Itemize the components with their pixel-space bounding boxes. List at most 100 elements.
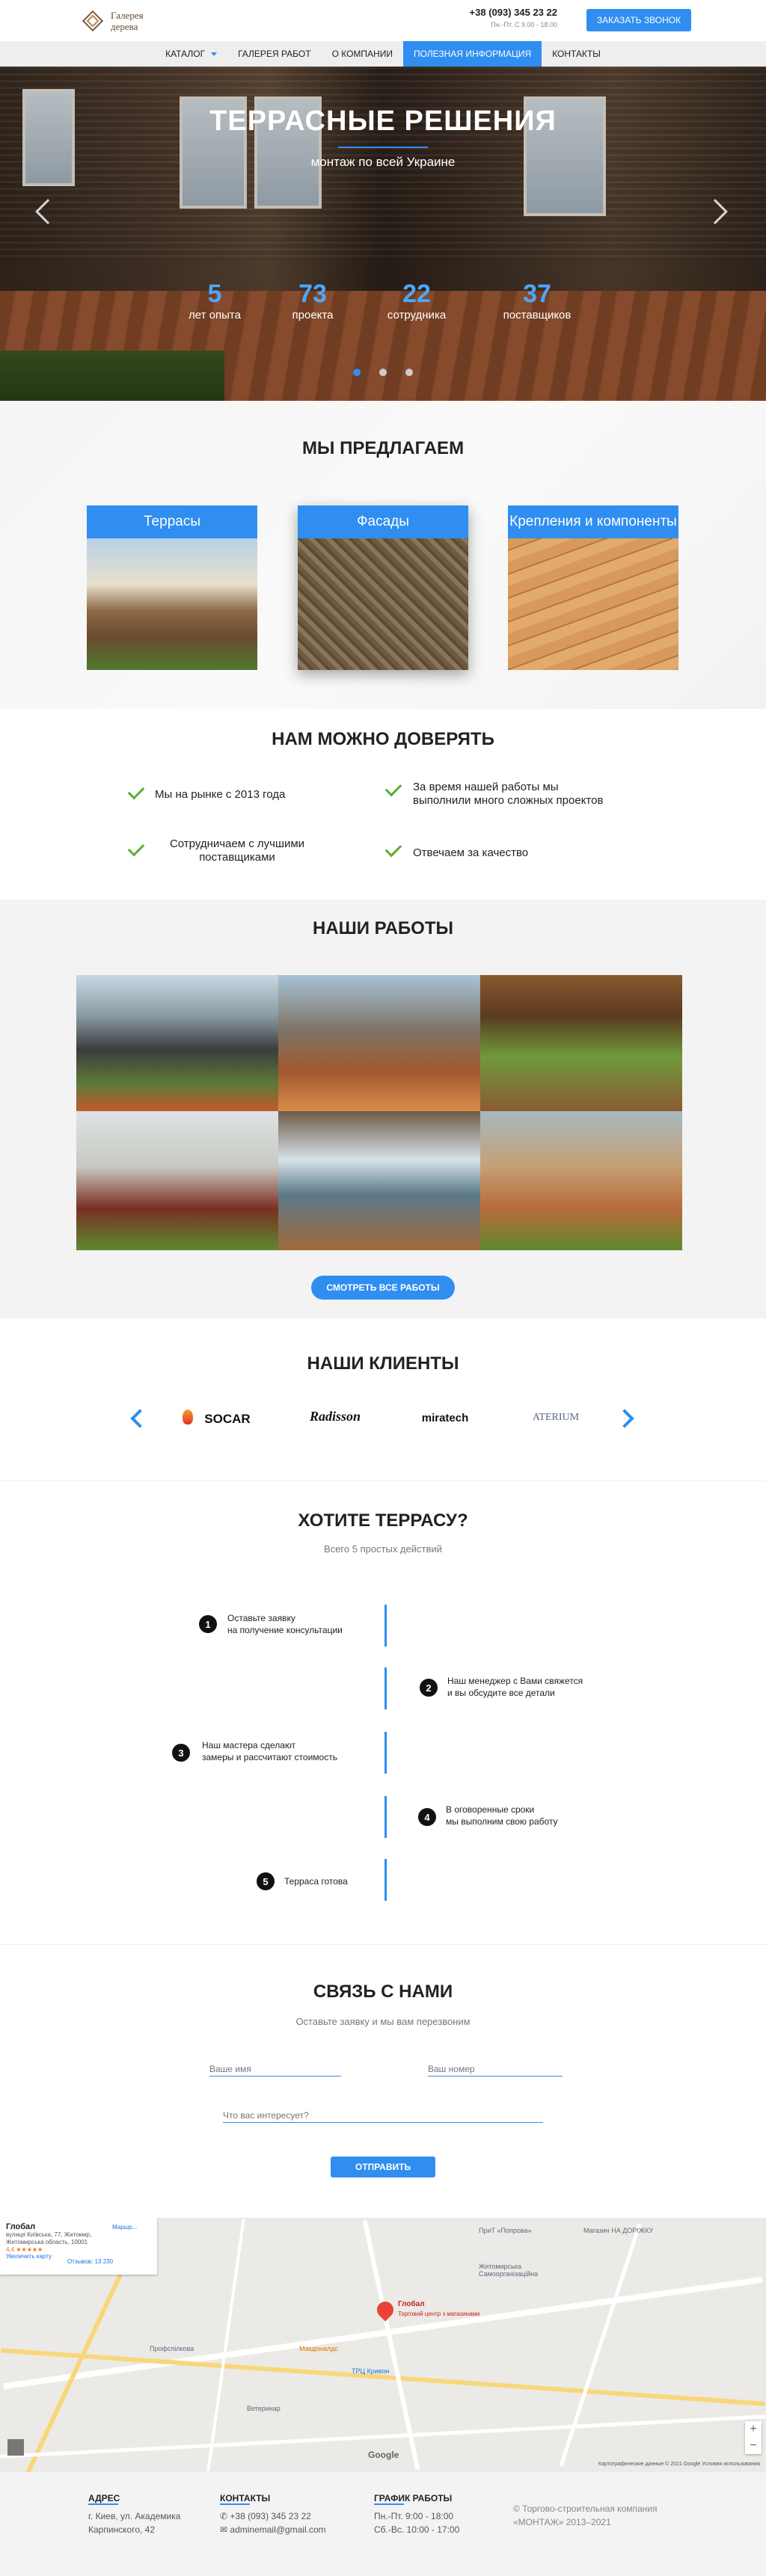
card-image [87, 538, 257, 670]
mail-icon: ✉ [220, 2524, 230, 2535]
map-place-label: Профспілкова [150, 2345, 194, 2352]
footer-phone-text: +38 (093) 345 23 22 [230, 2511, 311, 2521]
step-line [384, 1796, 387, 1838]
nav-catalog[interactable]: КАТАЛОГ [155, 41, 227, 67]
card-label: Крепления и компоненты [508, 505, 678, 538]
footer-email[interactable]: ✉ adminemail@gmail.com [220, 2523, 326, 2536]
map-pin-sub: Торговий центр з магазинами [398, 2311, 480, 2317]
chevron-down-icon [211, 52, 218, 56]
divider [0, 1944, 766, 1945]
client-miratech: miratech [421, 1412, 469, 1424]
map-place-label: Житомирська Самоорганізаційна [479, 2263, 539, 2278]
map-zoom-controls[interactable]: + − [745, 2421, 762, 2454]
footer-email-text: adminemail@gmail.com [230, 2524, 326, 2535]
footer-text: Пн.-Пт. 9:00 - 18:00 [374, 2511, 454, 2521]
hero-title: ТЕРРАСНЫЕ РЕШЕНИЯ [209, 105, 557, 137]
stat-employees: 22 сотрудника [372, 280, 462, 322]
hero-slider: ТЕРРАСНЫЕ РЕШЕНИЯ монтаж по всей Украине… [0, 67, 766, 401]
logo[interactable]: Галерея дерева [81, 6, 193, 36]
nav-about[interactable]: О КОМПАНИИ [322, 41, 403, 67]
works-title: НАШИ РАБОТЫ [312, 918, 453, 938]
nav-gallery[interactable]: ГАЛЕРЕЯ РАБОТ [227, 41, 321, 67]
map-place-label: Ветеринар [247, 2405, 281, 2412]
submit-button[interactable]: ОТПРАВИТЬ [331, 2157, 435, 2177]
logo-line2: дерева [111, 21, 138, 32]
header-phone[interactable]: +38 (093) 345 23 22 [449, 7, 557, 18]
stat-label: проекта [292, 309, 334, 322]
footer-phone[interactable]: ✆ +38 (093) 345 23 22 [220, 2509, 326, 2523]
card-fasteners[interactable]: Крепления и компоненты [508, 505, 678, 670]
map-road [362, 2220, 420, 2470]
step-number: 2 [420, 1679, 438, 1697]
map-place-label: ПриТ «Попрова» [479, 2227, 532, 2234]
trust-item: Отвечаем за качество [413, 846, 529, 859]
card-label: Террасы [87, 505, 257, 538]
work-photo[interactable] [76, 975, 278, 1111]
steps-title: ХОТИТЕ ТЕРРАСУ? [298, 1510, 468, 1531]
trust-item: За время нашей работы мы выполнили много… [413, 781, 604, 807]
stat-label: лет опыта [189, 309, 241, 322]
stat-number: 73 [298, 280, 327, 308]
header-hours: Пн.-Пт. С 9.00 - 18.00 [491, 21, 557, 28]
slider-dot[interactable] [353, 369, 361, 376]
main-nav: КАТАЛОГ ГАЛЕРЕЯ РАБОТ О КОМПАНИИ ПОЛЕЗНА… [0, 41, 766, 67]
slider-dot[interactable] [405, 369, 413, 376]
work-photo[interactable] [76, 1111, 278, 1250]
footer-text: Карпинского, 42 [88, 2524, 156, 2535]
work-photo[interactable] [480, 975, 682, 1111]
footer-copyright-line: «МОНТАЖ» 2013–2021 [513, 2517, 611, 2527]
footer-address: АДРЕС г. Киев, ул. Академика Карпинского… [88, 2493, 180, 2536]
footer-heading: КОНТАКТЫ [220, 2493, 271, 2503]
phone-input[interactable] [428, 2062, 563, 2077]
map-route-link[interactable]: Маршр... [112, 2224, 137, 2231]
stat-projects: 73 проекта [268, 280, 358, 322]
offer-title: МЫ ПРЕДЛАГАЕМ [301, 438, 465, 458]
name-input[interactable] [209, 2062, 341, 2077]
view-all-works-button[interactable]: СМОТРЕТЬ ВСЕ РАБОТЫ [311, 1276, 455, 1300]
stat-number: 22 [402, 280, 431, 308]
nav-contacts[interactable]: КОНТАКТЫ [542, 41, 611, 67]
footer-heading-line [220, 2503, 250, 2505]
map-pin-icon[interactable] [373, 2298, 397, 2322]
stat-years: 5 лет опыта [170, 280, 260, 322]
step-number: 1 [199, 1615, 217, 1633]
clients-next-icon[interactable] [615, 1409, 634, 1428]
step-text-line: В оговоренные сроки [446, 1804, 535, 1815]
trust-item: Сотрудничаем с лучшими поставщиками [169, 837, 305, 864]
stat-label: сотрудника [387, 309, 447, 322]
stat-suppliers: 37 поставщиков [492, 280, 582, 322]
trust-item: Мы на рынке с 2013 года [155, 788, 286, 801]
interest-input[interactable] [223, 2109, 543, 2123]
step-text-line: замеры и рассчитают стоимость [202, 1752, 337, 1762]
clients-prev-icon[interactable] [130, 1409, 150, 1428]
step-number: 3 [172, 1744, 190, 1762]
step-text: Терраса готова [284, 1875, 434, 1887]
map-card-address: вулиця Київська, 77, Житомир, Житомирськ… [6, 2231, 92, 2245]
step-text: Наш мастера сделают замеры и рассчитают с… [202, 1739, 367, 1763]
footer-copyright: © Торгово-строительная компания «МОНТАЖ»… [513, 2502, 685, 2529]
nav-useful-info[interactable]: ПОЛЕЗНАЯ ИНФОРМАЦИЯ [402, 41, 542, 67]
footer-text: г. Киев, ул. Академика [88, 2511, 181, 2521]
stat-label: поставщиков [503, 309, 572, 322]
contact-title: СВЯЗЬ С НАМИ [313, 1982, 453, 2002]
work-photo[interactable] [278, 975, 480, 1111]
card-terraces[interactable]: Террасы [87, 505, 257, 670]
work-photo[interactable] [278, 1111, 480, 1250]
card-facades[interactable]: Фасады [298, 505, 468, 670]
slider-dot[interactable] [379, 369, 387, 376]
work-photo[interactable] [480, 1111, 682, 1250]
phone-icon: ✆ [220, 2511, 230, 2521]
step-number: 4 [418, 1808, 436, 1826]
footer-schedule: ГРАФИК РАБОТЫ Пн.-Пт. 9:00 - 18:00 Сб.-В… [374, 2493, 459, 2536]
nav-catalog-label: КАТАЛОГ [165, 49, 206, 59]
step-line [384, 1732, 387, 1774]
client-aterium: ATERIUM [532, 1412, 580, 1423]
map-place-label: Макдоналдс [299, 2345, 338, 2352]
step-text-line: на получение консультации [227, 1625, 343, 1635]
call-button[interactable]: ЗАКАЗАТЬ ЗВОНОК [586, 9, 691, 31]
footer-heading: ГРАФИК РАБОТЫ [374, 2493, 453, 2503]
map-card-reviews[interactable]: Отзывов: 13 230 [67, 2258, 113, 2265]
hero-divider [338, 147, 428, 148]
map[interactable]: Глобал вулиця Київська, 77, Житомир, Жит… [0, 2218, 766, 2472]
pegman-icon[interactable] [7, 2439, 24, 2456]
